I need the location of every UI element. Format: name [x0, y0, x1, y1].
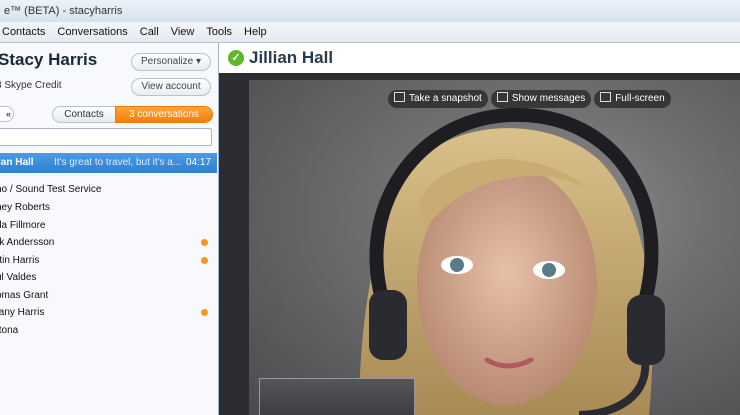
fullscreen-button[interactable]: Full-screen [594, 90, 671, 108]
menu-view[interactable]: View [165, 22, 201, 42]
search-input[interactable] [0, 128, 212, 146]
contact-name: ho / Sound Test Service [0, 184, 102, 195]
contact-item[interactable]: omas Grant [0, 287, 217, 304]
contact-item[interactable]: rtin Harris [0, 252, 217, 269]
camera-icon [394, 92, 405, 102]
messages-icon [496, 92, 508, 102]
profile-name[interactable]: Stacy Harris [0, 50, 97, 70]
conversation-title[interactable]: Jillian Hall [249, 48, 333, 68]
contact-name: fany Harris [0, 307, 45, 318]
conversation-panel: ✓ Jillian Hall Take a snapshot Show mess… [219, 43, 740, 415]
menu-help[interactable]: Help [238, 22, 273, 42]
conversation-header: ✓ Jillian Hall [219, 43, 740, 73]
contact-item[interactable]: fany Harris [0, 304, 217, 321]
tab-contacts[interactable]: Contacts [52, 106, 115, 123]
unread-indicator-icon [201, 239, 208, 246]
contact-name: rk Andersson [0, 237, 55, 248]
contact-name: ney Roberts [0, 202, 50, 213]
contact-name: da Fillmore [0, 220, 46, 231]
fullscreen-label: Full-screen [615, 93, 665, 104]
sidebar: Stacy Harris Personalize ▾ 3 Skype Credi… [0, 43, 219, 415]
video-call-area: Take a snapshot Show messages Full-scree… [219, 73, 740, 415]
window-titlebar: e™ (BETA) - stacyharris [0, 0, 740, 22]
window-title: e™ (BETA) - stacyharris [4, 5, 123, 17]
conversation-time: 04:17 [186, 157, 212, 168]
view-account-button[interactable]: View account [131, 78, 211, 96]
skype-credit[interactable]: 3 Skype Credit [0, 80, 62, 91]
personalize-button[interactable]: Personalize ▾ [131, 53, 211, 71]
contact-name: ttona [0, 325, 19, 336]
contact-name: rtin Harris [0, 255, 40, 266]
contact-item[interactable]: ttona [0, 322, 217, 339]
show-messages-label: Show messages [511, 93, 586, 104]
contact-name: omas Grant [0, 290, 49, 301]
menu-call[interactable]: Call [134, 22, 165, 42]
contact-item[interactable]: ul Valdes [0, 269, 217, 286]
fullscreen-icon [600, 92, 612, 102]
contact-item[interactable]: da Fillmore [0, 217, 217, 234]
contact-item[interactable]: ney Roberts [0, 199, 217, 216]
show-messages-button[interactable]: Show messages [490, 90, 592, 108]
tab-conversations[interactable]: 3 conversations [115, 106, 213, 123]
remote-person-video [359, 107, 665, 415]
menu-contacts[interactable]: Contacts [0, 22, 51, 42]
unread-indicator-icon [201, 257, 208, 264]
menu-conversations[interactable]: Conversations [51, 22, 133, 42]
contact-name: ul Valdes [0, 272, 37, 283]
contact-item[interactable]: rk Andersson [0, 234, 217, 251]
menu-tools[interactable]: Tools [200, 22, 238, 42]
self-video-preview[interactable] [259, 378, 415, 415]
back-button[interactable]: « [0, 106, 14, 122]
conversation-preview: It's great to travel, but it's a... [54, 157, 182, 168]
video-toolbar: Take a snapshot Show messages Full-scree… [388, 90, 671, 108]
skype-online-icon: ✓ [228, 50, 244, 66]
unread-indicator-icon [201, 309, 208, 316]
conversation-name: ian Hall [0, 157, 34, 168]
snapshot-label: Take a snapshot [409, 93, 482, 104]
contact-item[interactable]: ho / Sound Test Service [0, 181, 217, 198]
active-conversation-row[interactable]: ian Hall It's great to travel, but it's … [0, 153, 217, 173]
snapshot-button[interactable]: Take a snapshot [388, 90, 488, 108]
menu-bar: Contacts Conversations Call View Tools Help [0, 22, 740, 43]
remote-video-feed[interactable]: Take a snapshot Show messages Full-scree… [249, 80, 740, 415]
